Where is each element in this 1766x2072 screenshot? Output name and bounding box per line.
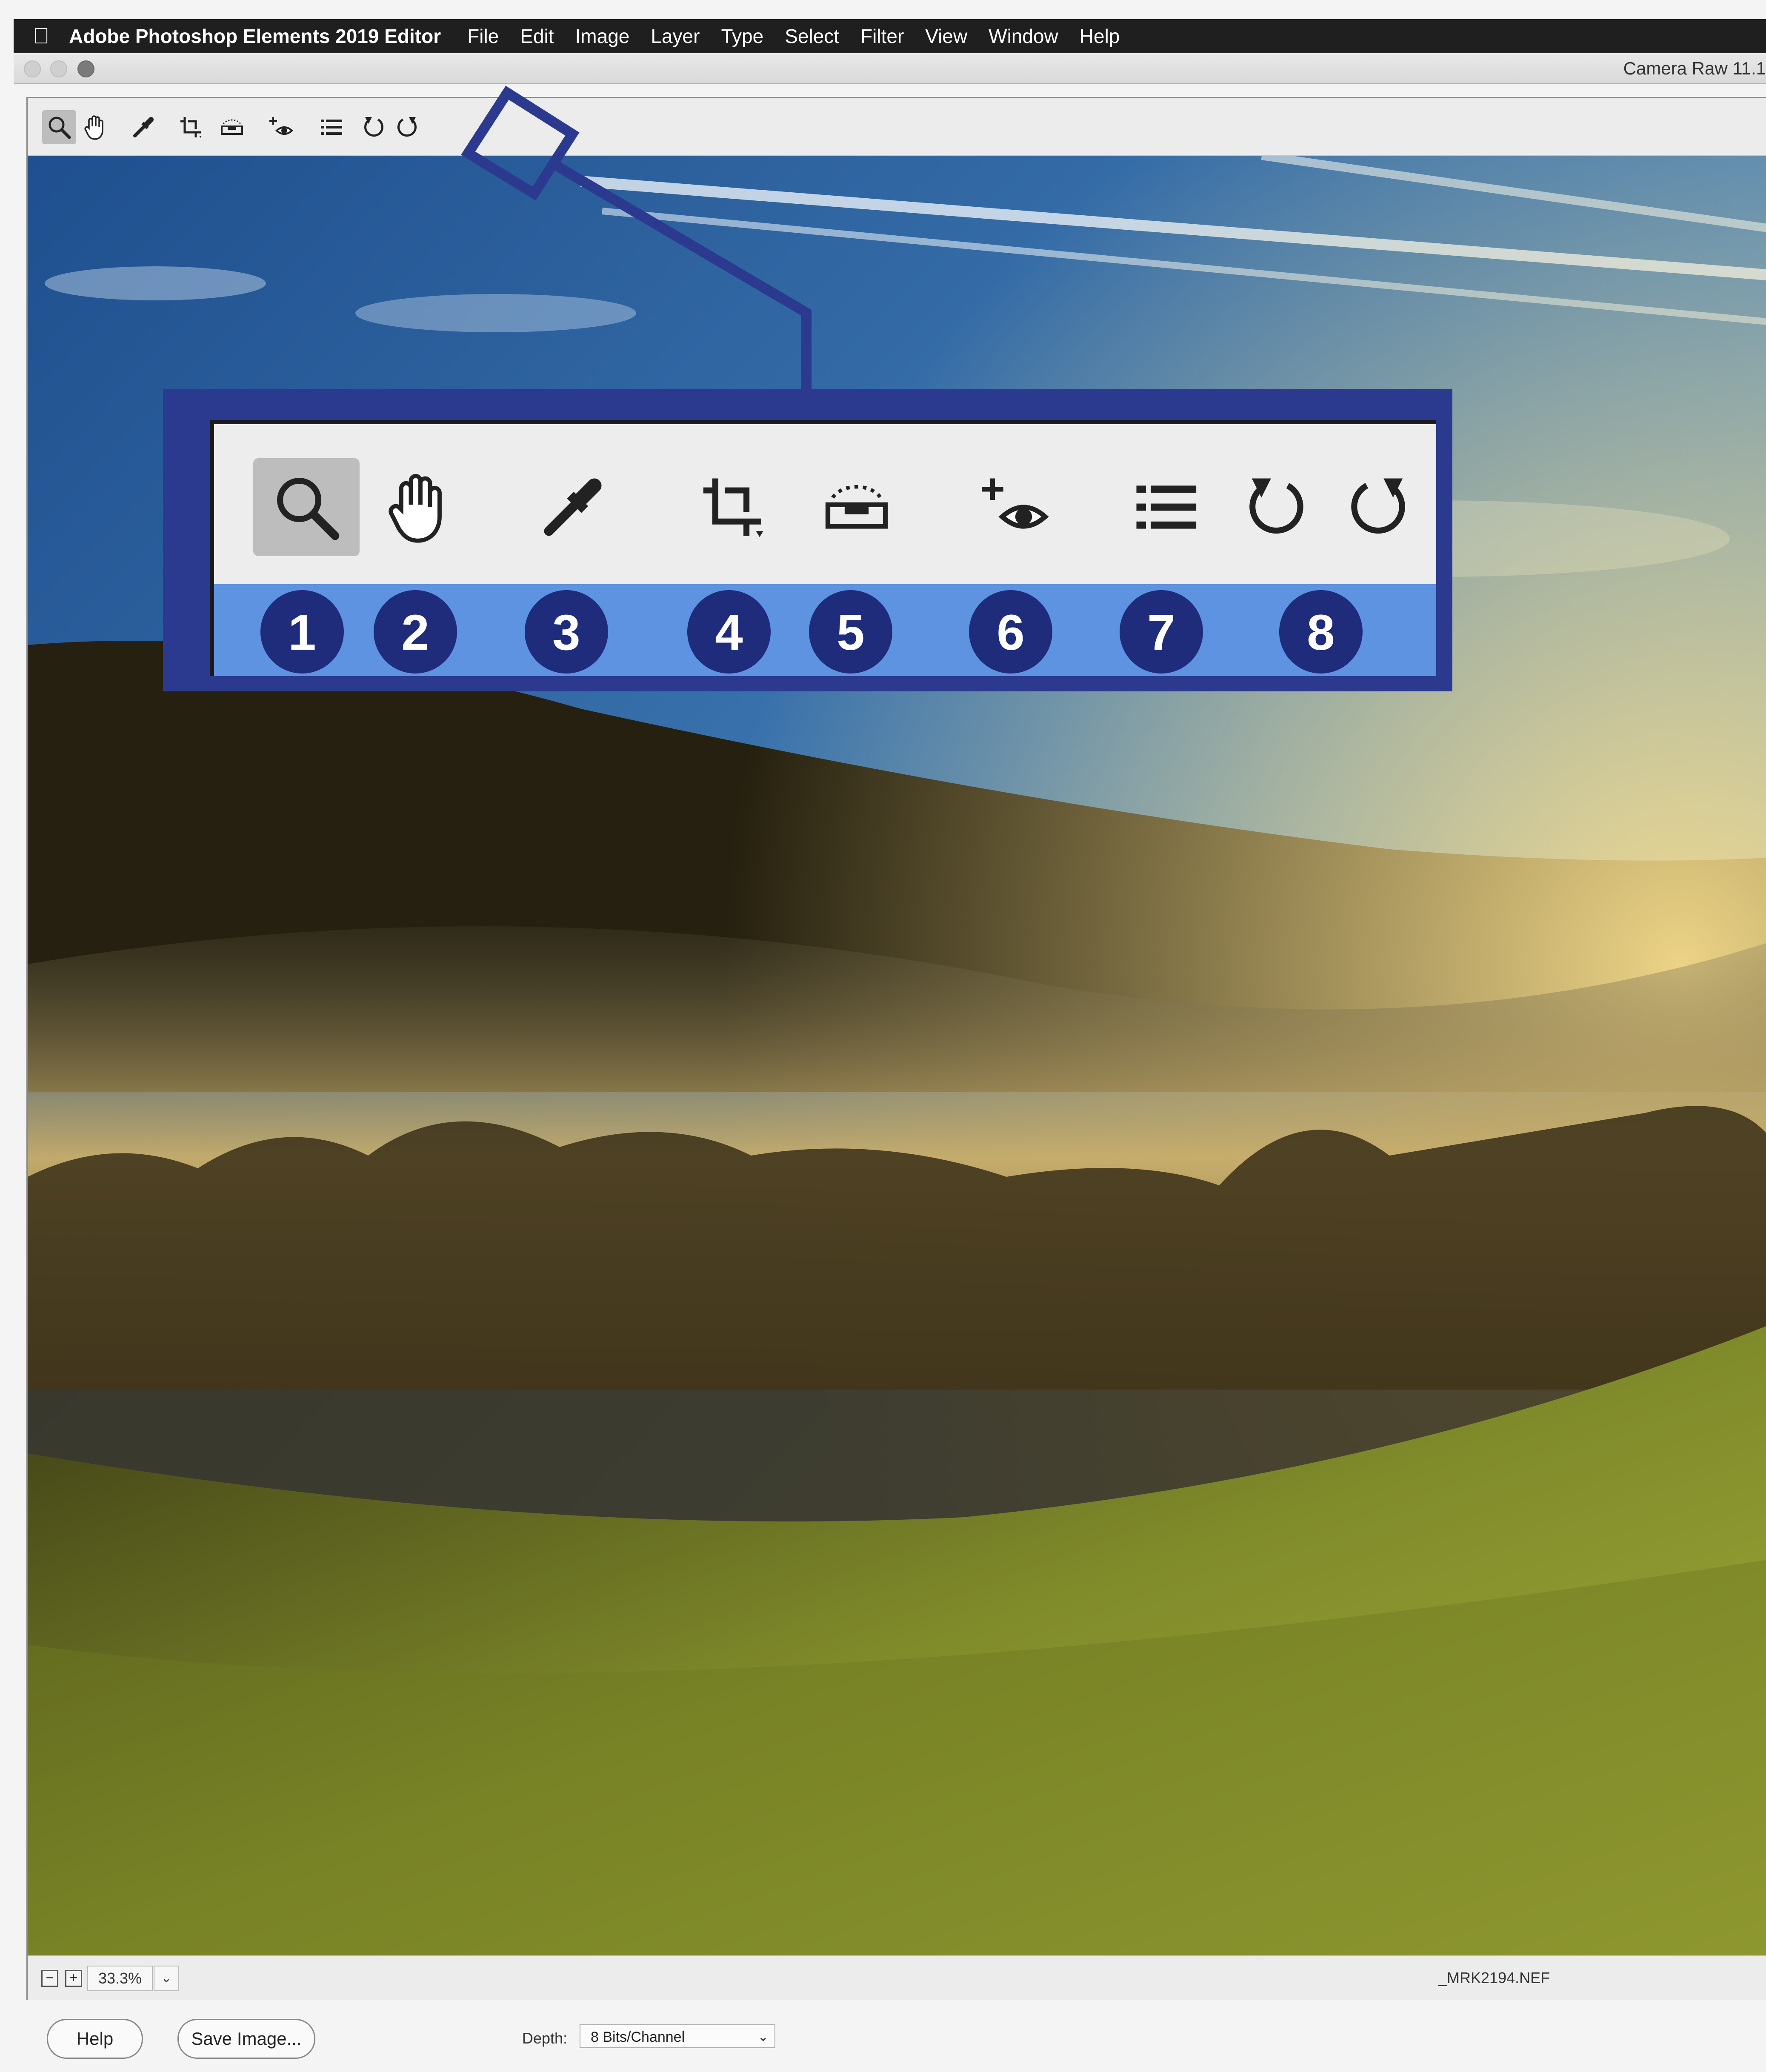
level-icon	[825, 485, 888, 529]
help-button[interactable]: Help	[47, 2019, 143, 2059]
callout-rotate-left-tool	[1223, 458, 1329, 556]
zoom-level-field[interactable]: 33.3%	[87, 1966, 153, 1991]
filename-label: _MRK2194.NEF	[1438, 1969, 1550, 1986]
callout-toolbar-icons	[214, 424, 1436, 584]
callout-straighten-tool	[803, 458, 910, 556]
callout-hand-tool	[367, 458, 474, 556]
preview-status-bar: − + 33.3% ⌄ _MRK2194.NEF	[28, 1955, 1766, 2001]
callout-crop-tool	[681, 458, 788, 556]
depth-select[interactable]: 8 Bits/Channel ⌄	[580, 2024, 775, 2048]
callout-number-2: 2	[374, 590, 457, 674]
callout-zoom-tool	[253, 458, 360, 556]
rotate-cw-icon	[1351, 478, 1405, 534]
list-icon	[1136, 485, 1197, 529]
callout-rotate-right-tool	[1326, 458, 1432, 556]
dialog-bottom-bar: Help Save Image... Depth: 8 Bits/Channel…	[14, 2000, 1766, 2072]
zoom-in-button[interactable]: +	[65, 1970, 82, 1987]
callout-number-1: 1	[260, 590, 344, 674]
callout-number-5: 5	[809, 590, 892, 674]
callout-number-3: 3	[525, 590, 608, 674]
crop-icon	[703, 478, 763, 537]
eyedropper-icon	[544, 478, 602, 536]
zoom-out-button[interactable]: −	[41, 1970, 58, 1987]
callout-number-8: 8	[1279, 590, 1363, 674]
callout-number-6: 6	[969, 590, 1052, 674]
callout-panel: 1 2 3 4 5 6 7 8	[210, 420, 1436, 676]
magnifier-icon	[277, 478, 340, 540]
callout-white-balance-tool	[520, 458, 626, 556]
callout-red-eye-removal-tool	[961, 458, 1067, 556]
plus-eye-icon	[982, 478, 1049, 529]
callout-preferences-tool	[1112, 458, 1218, 556]
callout-number-4: 4	[687, 590, 771, 674]
rotate-ccw-icon	[1249, 478, 1303, 534]
callout-number-7: 7	[1120, 590, 1203, 674]
save-image-button[interactable]: Save Image...	[177, 2019, 315, 2059]
chevron-down-icon: ⌄	[757, 2030, 769, 2044]
hand-icon	[389, 474, 442, 543]
depth-value: 8 Bits/Channel	[591, 2029, 685, 2045]
zoom-dropdown-chevron-icon[interactable]: ⌄	[154, 1966, 179, 1991]
callout-connector	[461, 86, 812, 391]
toolbar-callout: 1 2 3 4 5 6 7 8	[163, 389, 1452, 691]
depth-label: Depth:	[522, 2029, 568, 2047]
